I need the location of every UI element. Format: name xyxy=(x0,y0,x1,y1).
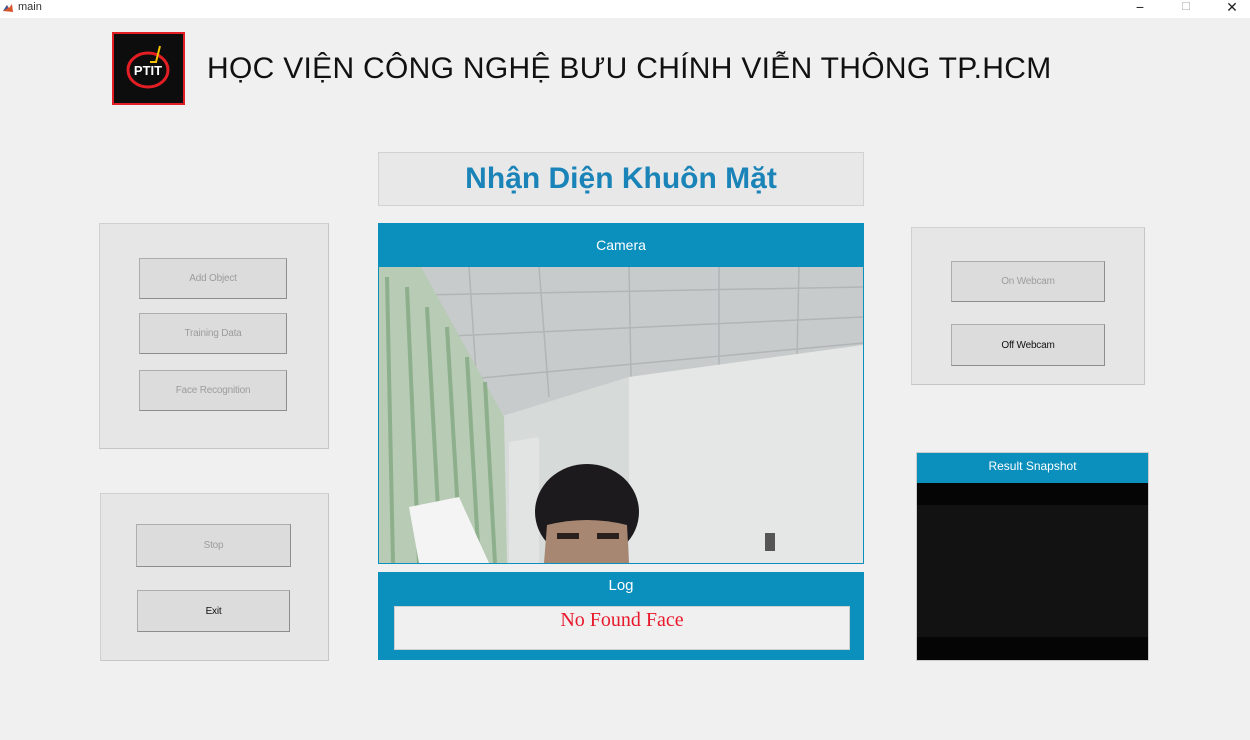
camera-image xyxy=(379,267,863,563)
control-panel xyxy=(100,493,329,661)
institution-title: HỌC VIỆN CÔNG NGHỆ BƯU CHÍNH VIỄN THÔNG … xyxy=(207,52,1052,85)
minimize-button[interactable]: − xyxy=(1130,0,1150,16)
logo-text: PTIT xyxy=(134,63,162,78)
snapshot-label: Result Snapshot xyxy=(917,453,1148,483)
exit-button[interactable]: Exit xyxy=(137,590,290,632)
snapshot-image xyxy=(917,483,1148,660)
camera-feed xyxy=(379,267,863,563)
snapshot-frame xyxy=(917,505,1148,637)
training-data-button[interactable]: Training Data xyxy=(139,313,287,354)
on-webcam-button[interactable]: On Webcam xyxy=(951,261,1105,302)
maximize-button[interactable]: ☐ xyxy=(1176,0,1196,16)
camera-label: Camera xyxy=(596,237,646,253)
close-button[interactable]: ✕ xyxy=(1222,0,1242,16)
log-message: No Found Face xyxy=(394,606,850,650)
face-recognition-button[interactable]: Face Recognition xyxy=(139,370,287,411)
ptit-logo: PTIT xyxy=(112,32,185,105)
result-snapshot-panel: Result Snapshot xyxy=(916,452,1149,661)
stop-button[interactable]: Stop xyxy=(136,524,291,567)
log-panel: Log No Found Face xyxy=(378,572,864,660)
page-title: Nhận Diện Khuôn Mặt xyxy=(378,152,864,206)
matlab-icon xyxy=(3,4,13,12)
log-label: Log xyxy=(608,577,634,594)
add-object-button[interactable]: Add Object xyxy=(139,258,287,299)
window-titlebar: main − ☐ ✕ xyxy=(0,0,1250,18)
window-title: main xyxy=(18,1,42,13)
off-webcam-button[interactable]: Off Webcam xyxy=(951,324,1105,366)
camera-panel: Camera xyxy=(378,223,864,564)
